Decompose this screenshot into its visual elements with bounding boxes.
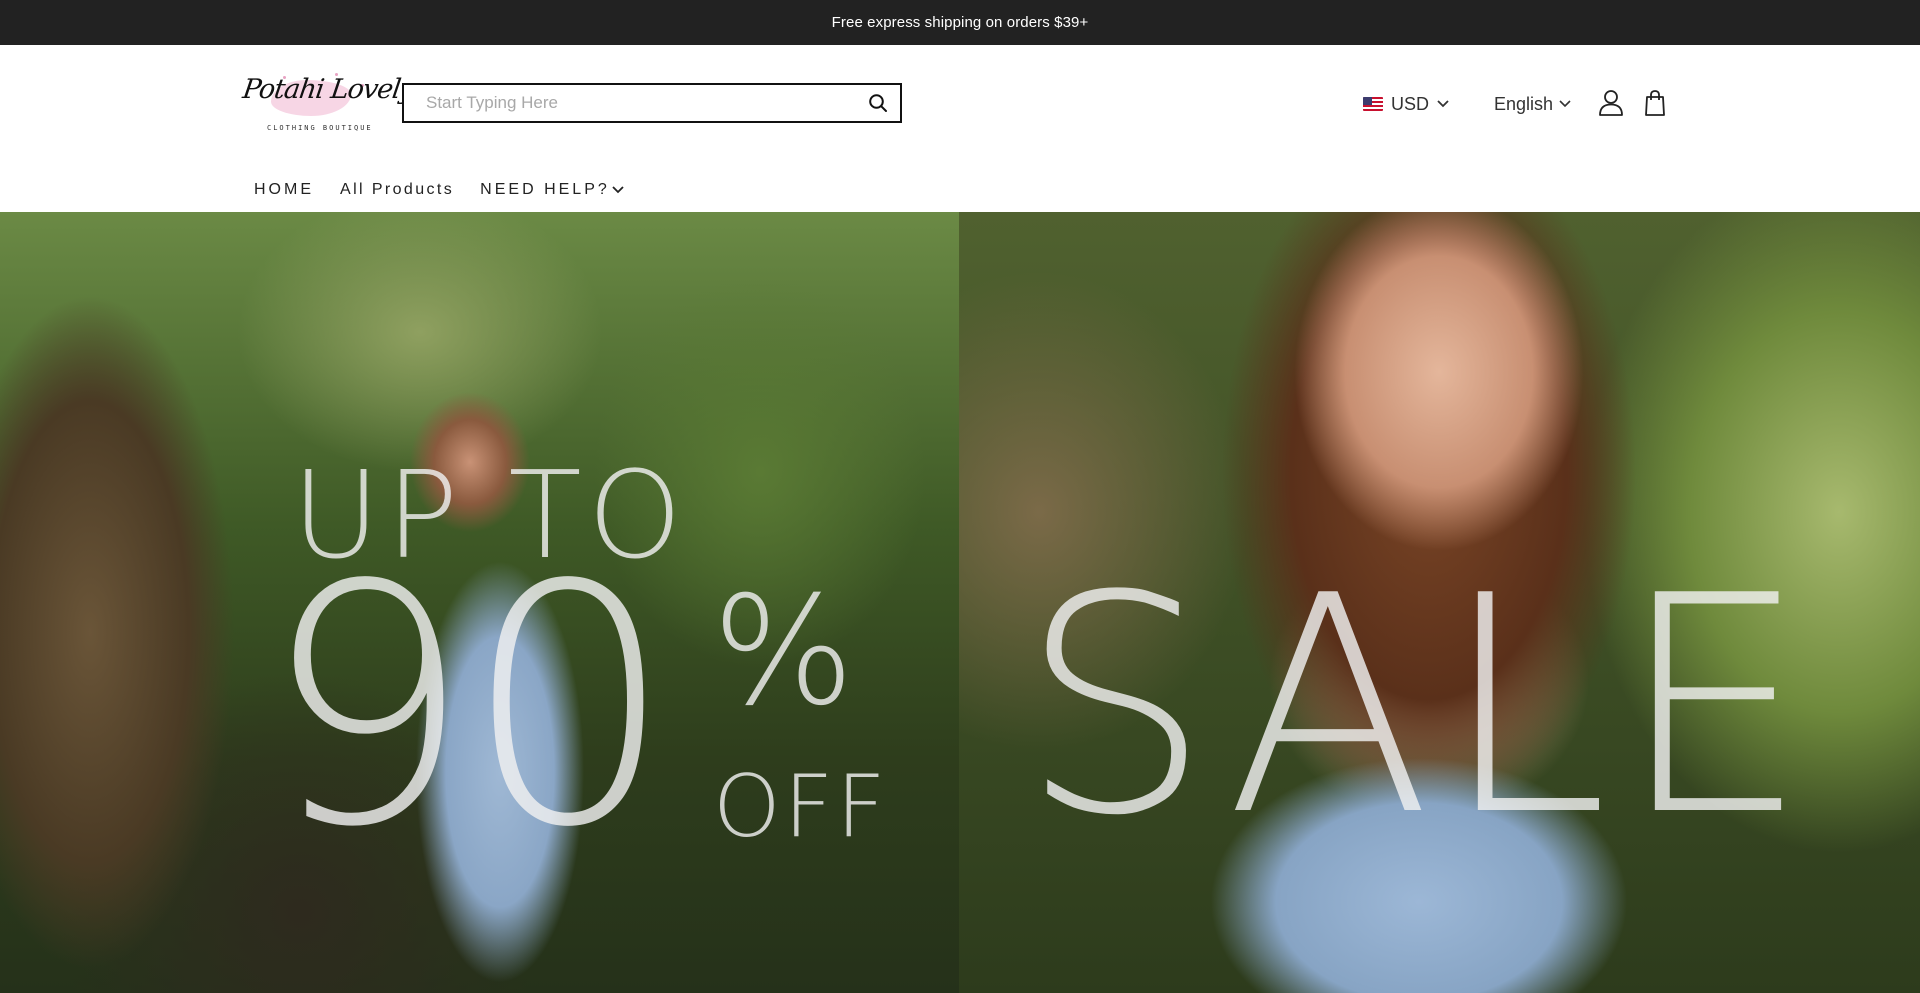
hero-percent-sign: % (712, 565, 855, 739)
account-icon[interactable] (1598, 89, 1624, 117)
chevron-down-icon (1559, 98, 1571, 110)
main-nav: HOME All Products NEED HELP? (254, 175, 650, 205)
logo-tagline: CLOTHING BOUTIQUE (267, 124, 373, 132)
currency-selector[interactable]: USD (1363, 90, 1449, 118)
nav-item-label: HOME (254, 181, 314, 198)
nav-item-label: All Products (340, 181, 455, 198)
hero-banner[interactable]: UP TO 90 % OFF SALE (0, 212, 1920, 993)
site-header: Potahi Lovely CLOTHING BOUTIQUE USD Engl… (0, 45, 1920, 212)
search-bar (402, 83, 902, 123)
nav-item-label: NEED HELP? (480, 181, 610, 198)
logo[interactable]: Potahi Lovely CLOTHING BOUTIQUE (240, 70, 417, 140)
chevron-down-icon (612, 184, 624, 196)
search-icon[interactable] (856, 85, 900, 121)
nav-item-all-products[interactable]: All Products (340, 181, 454, 199)
announcement-text: Free express shipping on orders $39+ (831, 14, 1089, 31)
announcement-bar: Free express shipping on orders $39+ (0, 0, 1920, 45)
nav-item-home[interactable]: HOME (254, 181, 314, 199)
hero-sale-text: SALE (1020, 532, 1818, 881)
hero-off-text: OFF (713, 757, 889, 857)
nav-item-need-help[interactable]: NEED HELP? (480, 181, 624, 199)
chevron-down-icon (1437, 98, 1449, 110)
us-flag-icon (1363, 97, 1383, 111)
language-selector[interactable]: English (1494, 90, 1571, 118)
hero-discount-number: 90 (262, 515, 674, 899)
currency-label: USD (1391, 93, 1430, 114)
language-label: English (1494, 93, 1554, 114)
logo-wordmark: Potahi Lovely (240, 74, 417, 105)
cart-icon[interactable] (1643, 89, 1667, 117)
search-input[interactable] (404, 85, 856, 121)
